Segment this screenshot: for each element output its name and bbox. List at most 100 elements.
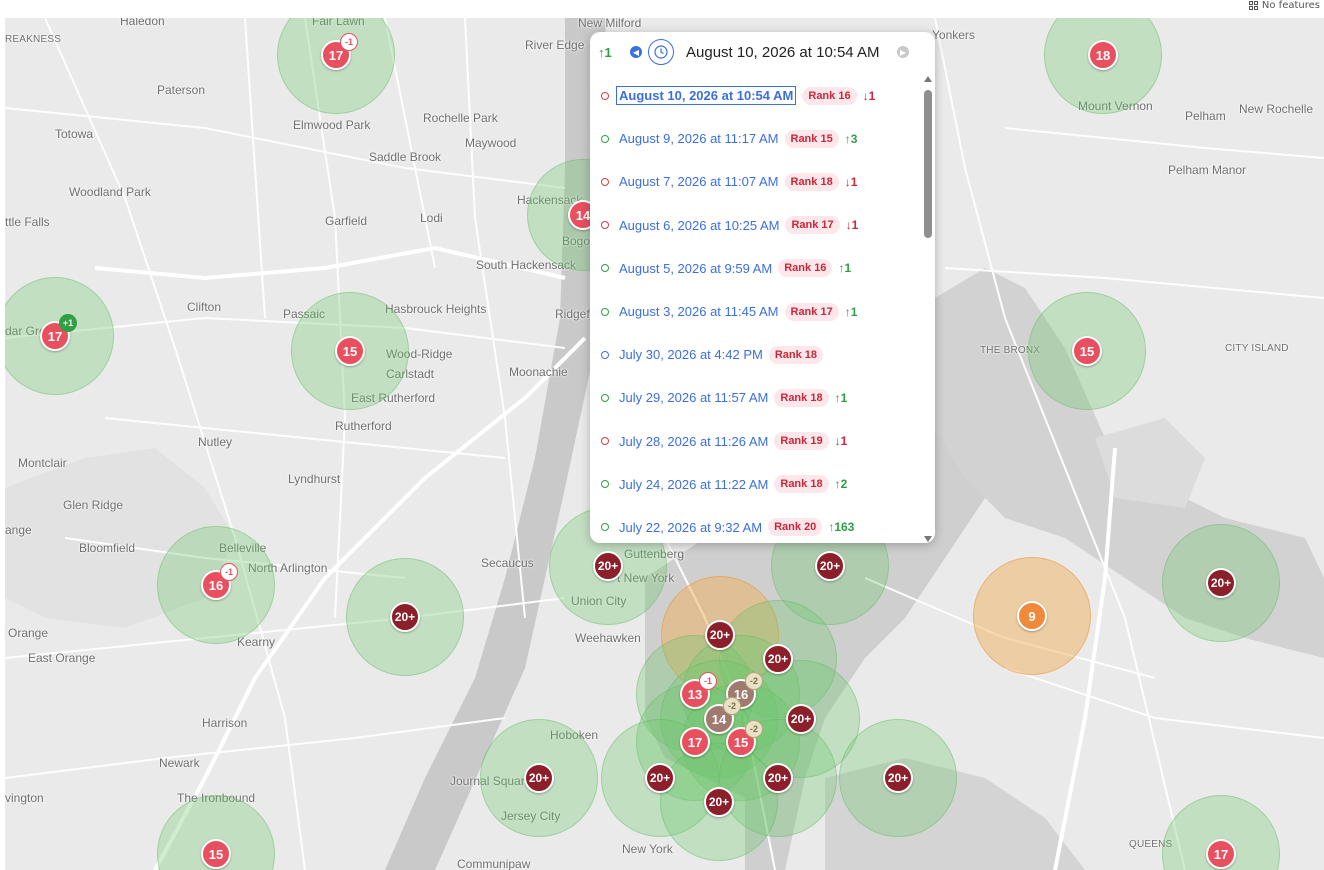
rank-marker[interactable]: 20+ bbox=[524, 763, 554, 793]
rank-change: ↑1 bbox=[838, 261, 852, 276]
place-label: Newark bbox=[159, 756, 200, 770]
history-date-link[interactable]: July 28, 2026 at 11:26 AM bbox=[619, 434, 768, 449]
rank-change-badge: -2 bbox=[745, 672, 763, 690]
history-row[interactable]: August 5, 2026 at 9:59 AM Rank 16 ↑1 bbox=[590, 247, 920, 290]
history-date-link[interactable]: July 22, 2026 at 9:32 AM bbox=[619, 520, 762, 535]
place-label: Hasbrouck Heights bbox=[385, 302, 487, 316]
history-date-link[interactable]: August 10, 2026 at 10:54 AM bbox=[616, 86, 797, 106]
rank-badge: Rank 16 bbox=[802, 86, 857, 105]
place-label: Weehawken bbox=[575, 631, 641, 645]
rank-marker[interactable]: 20+ bbox=[1206, 568, 1236, 598]
place-label: Ridgef bbox=[555, 307, 590, 321]
header-date: August 10, 2026 at 10:54 AM bbox=[686, 43, 880, 61]
grid-icon bbox=[1248, 1, 1258, 10]
features-toggle[interactable]: No features bbox=[1248, 0, 1320, 11]
history-date-link[interactable]: August 5, 2026 at 9:59 AM bbox=[619, 261, 772, 276]
rank-change: ↓1 bbox=[862, 88, 876, 103]
place-label: River Edge bbox=[525, 38, 585, 52]
rank-badge: Rank 18 bbox=[784, 172, 839, 191]
history-row[interactable]: August 7, 2026 at 11:07 AM Rank 18 ↓1 bbox=[590, 160, 920, 203]
rank-marker[interactable]: 18 bbox=[1088, 40, 1118, 70]
timeline-dot-icon bbox=[601, 134, 609, 143]
rank-marker[interactable]: 20+ bbox=[883, 763, 913, 793]
scroll-up-icon[interactable] bbox=[924, 76, 932, 82]
place-label: Clifton bbox=[187, 300, 222, 314]
rank-marker[interactable]: 20+ bbox=[786, 704, 816, 734]
rank-marker[interactable]: 17 bbox=[1206, 839, 1236, 869]
place-label: New York bbox=[622, 842, 673, 856]
place-label: Glen Ridge bbox=[63, 498, 124, 512]
rank-history-popup: ↑1 ◀ August 10, 2026 at 10:54 AM ▶ Augus… bbox=[590, 32, 935, 543]
history-row[interactable]: July 22, 2026 at 9:32 AM Rank 20 ↑163 bbox=[590, 506, 920, 543]
rank-badge: Rank 18 bbox=[774, 388, 829, 407]
history-row[interactable]: July 24, 2026 at 11:22 AM Rank 18 ↑2 bbox=[590, 463, 920, 506]
rank-change: ↑1 bbox=[834, 390, 848, 405]
timeline-dot-icon bbox=[601, 393, 609, 402]
history-row[interactable]: July 29, 2026 at 11:57 AM Rank 18 ↑1 bbox=[590, 376, 920, 419]
rank-marker[interactable]: 20+ bbox=[763, 644, 793, 674]
place-label: Rutherford bbox=[335, 419, 392, 433]
history-row[interactable]: August 9, 2026 at 11:17 AM Rank 15 ↑3 bbox=[590, 117, 920, 160]
rank-badge: Rank 20 bbox=[768, 518, 823, 537]
place-label: Paterson bbox=[157, 83, 206, 97]
rank-marker[interactable]: 15 bbox=[201, 839, 231, 869]
history-date-link[interactable]: July 30, 2026 at 4:42 PM bbox=[619, 347, 763, 362]
history-row[interactable]: August 3, 2026 at 11:45 AM Rank 17 ↑1 bbox=[590, 290, 920, 333]
timeline-dot-icon bbox=[601, 221, 609, 230]
place-label: East Orange bbox=[28, 651, 96, 665]
rank-change-badge: -1 bbox=[340, 33, 358, 51]
place-label: Rochelle Park bbox=[423, 111, 498, 125]
scrollbar[interactable] bbox=[924, 76, 932, 542]
history-date-link[interactable]: August 7, 2026 at 11:07 AM bbox=[619, 174, 779, 189]
rank-marker[interactable]: 20+ bbox=[390, 602, 420, 632]
rank-change: ↑163 bbox=[828, 520, 855, 535]
rank-marker[interactable]: 20+ bbox=[705, 620, 735, 650]
history-date-link[interactable]: August 3, 2026 at 11:45 AM bbox=[619, 304, 779, 319]
place-label: Garfield bbox=[325, 214, 368, 228]
place-label: Pelham bbox=[1185, 109, 1226, 123]
rank-marker[interactable]: 20+ bbox=[645, 763, 675, 793]
timeline-dot-icon bbox=[601, 307, 609, 316]
rank-change: ↑1 bbox=[844, 304, 858, 319]
rank-marker[interactable]: 15 bbox=[1072, 336, 1102, 366]
place-label: Maywood bbox=[465, 136, 517, 150]
timeline-dot-icon bbox=[601, 177, 609, 186]
place-label: Bloomfield bbox=[79, 541, 136, 555]
header-trend: ↑1 bbox=[598, 44, 612, 60]
rank-change: ↓1 bbox=[844, 174, 858, 189]
rank-marker[interactable]: 20+ bbox=[704, 787, 734, 817]
rank-badge: Rank 17 bbox=[784, 302, 839, 321]
history-date-link[interactable]: July 24, 2026 at 11:22 AM bbox=[619, 477, 768, 492]
rank-marker[interactable]: 20+ bbox=[593, 551, 623, 581]
rank-marker[interactable]: 20+ bbox=[763, 763, 793, 793]
next-button[interactable]: ▶ bbox=[897, 46, 909, 58]
history-row[interactable]: July 30, 2026 at 4:42 PM Rank 18 bbox=[590, 333, 920, 376]
rank-marker[interactable]: 9 bbox=[1017, 601, 1047, 631]
history-date-link[interactable]: August 9, 2026 at 11:17 AM bbox=[619, 131, 779, 146]
place-label: Woodland Park bbox=[69, 185, 151, 199]
place-label: ttle Falls bbox=[5, 215, 50, 229]
rank-marker[interactable]: 17 bbox=[680, 727, 710, 757]
history-row[interactable]: August 6, 2026 at 10:25 AM Rank 17 ↓1 bbox=[590, 204, 920, 247]
previous-button[interactable]: ◀ bbox=[630, 46, 642, 58]
timeline-dot-icon bbox=[601, 480, 609, 489]
rank-history-list: August 10, 2026 at 10:54 AM Rank 16 ↓1 Augu… bbox=[590, 74, 920, 543]
place-label: Montclair bbox=[18, 456, 67, 470]
place-label: Elmwood Park bbox=[293, 118, 371, 132]
scroll-down-icon[interactable] bbox=[924, 536, 932, 542]
rank-marker[interactable]: 15 bbox=[335, 336, 365, 366]
history-date-link[interactable]: July 29, 2026 at 11:57 AM bbox=[619, 390, 768, 405]
history-row[interactable]: July 28, 2026 at 11:26 AM Rank 19 ↓1 bbox=[590, 420, 920, 463]
scroll-thumb[interactable] bbox=[924, 90, 932, 238]
history-date-link[interactable]: August 6, 2026 at 10:25 AM bbox=[619, 218, 779, 233]
rank-marker[interactable]: 20+ bbox=[815, 551, 845, 581]
place-label: Totowa bbox=[55, 127, 94, 141]
rank-change-badge: -1 bbox=[699, 672, 717, 690]
history-row[interactable]: August 10, 2026 at 10:54 AM Rank 16 ↓1 bbox=[590, 74, 920, 117]
rank-change: ↑2 bbox=[834, 477, 848, 492]
clock-icon[interactable] bbox=[648, 39, 674, 65]
rank-change-badge: -2 bbox=[723, 697, 741, 715]
rank-change: ↓1 bbox=[834, 434, 848, 449]
rank-change-badge: -2 bbox=[745, 720, 763, 738]
timeline-dot-icon bbox=[601, 350, 609, 359]
